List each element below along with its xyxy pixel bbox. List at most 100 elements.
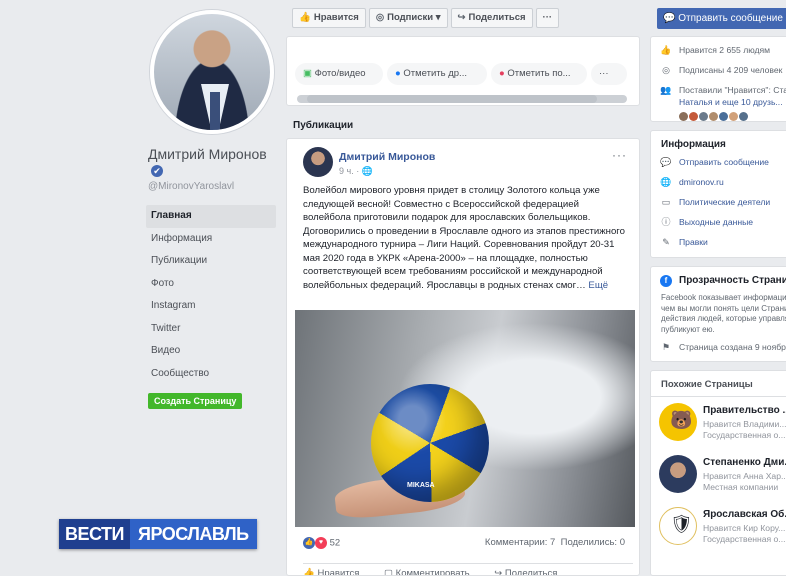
like-page-label: Нравится (313, 12, 359, 23)
globe-icon: 🌐 (660, 177, 672, 187)
similar-page-item[interactable]: 🐻 Правительство ... Нравится Владими... Г… (651, 397, 786, 449)
likes-text: Нравится 2 655 людям (679, 45, 771, 55)
composer-more-button[interactable]: ··· (591, 63, 627, 85)
send-message-button[interactable]: 💬 Отправить сообщение (657, 8, 786, 29)
post-actions: 👍 Нравится ▢ Комментировать ↪ Поделиться (303, 563, 633, 576)
friend-avatars[interactable] (651, 110, 786, 121)
transparency-line-3: действия людей, которые управляют (661, 314, 786, 323)
subscribe-label: Подписки (387, 12, 434, 23)
profile-avatar[interactable] (150, 10, 274, 134)
post-author-avatar[interactable] (303, 147, 333, 177)
profile-name[interactable]: Дмитрий Миронов ✔ (148, 146, 268, 178)
like-page-button[interactable]: 👍 Нравится (292, 8, 366, 28)
post-stats: Комментарии: 7 Поделились: 0 (485, 537, 625, 548)
see-more-link[interactable]: Ещё (588, 280, 608, 291)
info-row-category[interactable]: ▭ Политические деятели (651, 196, 786, 208)
ball-brand-text: MIKASA (407, 482, 435, 489)
similar-page-name: Степаненко Дми... (703, 457, 786, 468)
nav-item-photos[interactable]: Фото (146, 273, 276, 296)
info-row-website[interactable]: 🌐 dmironov.ru (651, 176, 786, 188)
post-body: Волейбол мирового уровня придет в столиц… (303, 185, 625, 291)
nav-item-info[interactable]: Информация (146, 228, 276, 251)
info-row-message[interactable]: 💬 Отправить сообщение (651, 156, 786, 168)
tag-friends-button[interactable]: ● Отметить др... (387, 63, 487, 85)
subscribe-button[interactable]: ◎ Подписки ▾ (368, 8, 448, 28)
left-nav: Главная Информация Публикации Фото Insta… (146, 205, 276, 385)
post-share-button[interactable]: ↪ Поделиться (494, 568, 557, 576)
create-page-button[interactable]: Создать Страницу (148, 393, 243, 409)
nav-item-twitter[interactable]: Twitter (146, 318, 276, 341)
scrollbar-thumb[interactable] (307, 95, 597, 103)
like-reaction-icon: 👍 (303, 537, 315, 549)
transparency-title: Прозрачность Страни... (679, 275, 786, 286)
page-stats-card: 👍 Нравится 2 655 людям ◎ Подписаны 4 209 ч… (650, 36, 786, 122)
profile-handle[interactable]: @MironovYaroslavl (148, 181, 234, 192)
photo-video-button[interactable]: ▣ Фото/видео (295, 63, 383, 85)
tag-friends-label: Отметить др... (403, 68, 467, 79)
share-page-button[interactable]: ↪ Поделиться (450, 8, 533, 28)
composer-card: ▣ Фото/видео ● Отметить др... ● Отметить… (286, 36, 640, 106)
post-timestamp[interactable]: 9 ч. · 🌐 (339, 166, 373, 177)
similar-page-sub: Нравится Владими... Государственная о... (703, 419, 786, 441)
friend-avatar (699, 112, 708, 121)
reaction-count: 52 (329, 537, 341, 549)
verified-icon: ✔ (151, 165, 163, 178)
friends-liked-row-2[interactable]: Наталья и еще 10 друзь... (651, 96, 786, 108)
publications-heading: Публикации (293, 120, 354, 131)
post-photo[interactable]: MIKASA (295, 310, 635, 527)
post-author-name[interactable]: Дмитрий Миронов (339, 151, 435, 163)
check-in-button[interactable]: ● Отметить по... (491, 63, 587, 85)
similar-page-sub-1: Нравится Кир Кору... (703, 523, 786, 533)
friends-liked-text: Поставили "Нравится": Ста... (679, 85, 786, 95)
profile-name-text: Дмитрий Миронов (148, 146, 267, 162)
more-actions-button[interactable]: ··· (535, 8, 560, 28)
share-page-label: Поделиться (468, 12, 526, 23)
similar-page-name: Правительство ... (703, 405, 786, 416)
page-action-bar: 👍 Нравится ◎ Подписки ▾ ↪ Поделиться ··· (292, 8, 562, 28)
rss-icon: ◎ (662, 65, 670, 75)
info-icon: ⓘ (661, 217, 671, 227)
post-time-text: 9 ч. (339, 166, 354, 176)
nav-item-posts[interactable]: Публикации (146, 250, 276, 273)
friends-liked-row[interactable]: 👥 Поставили "Нравится": Ста... (651, 84, 786, 96)
coat-of-arms-icon: 🛡 (670, 514, 693, 534)
tag-icon: ▭ (661, 197, 671, 207)
post-card: Дмитрий Миронов 9 ч. · 🌐 ··· Волейбол ми… (286, 138, 640, 576)
post-comment-label: Комментировать (395, 568, 470, 576)
similar-page-avatar: 🛡 (659, 507, 697, 545)
transparency-title-row[interactable]: f Прозрачность Страни... (651, 275, 786, 287)
nav-item-video[interactable]: Видео (146, 340, 276, 363)
messenger-icon: 💬 (660, 157, 672, 167)
shares-count[interactable]: Поделились: 0 (561, 537, 625, 548)
nav-item-instagram[interactable]: Instagram (146, 295, 276, 318)
share-icon: ↪ (494, 568, 503, 576)
reactions-summary[interactable]: 👍 ♥ 52 (303, 537, 340, 549)
info-title: Информация (661, 139, 726, 150)
friend-avatar (739, 112, 748, 121)
composer-scrollbar[interactable] (297, 95, 627, 103)
post-comment-button[interactable]: ▢ Комментировать (384, 568, 470, 576)
comments-count[interactable]: Комментарии: 7 (485, 537, 555, 548)
info-row-imprint[interactable]: ⓘ Выходные данные (651, 216, 786, 228)
info-edits-text: Правки (679, 237, 708, 247)
share-icon: ↪ (457, 12, 466, 23)
comment-icon: ▢ (384, 568, 394, 576)
page-created-text: Страница создана 9 ноября... (679, 342, 786, 352)
transparency-line-1: Facebook показывает информацию, (661, 293, 786, 302)
nav-item-home[interactable]: Главная (146, 205, 276, 228)
thumbs-up-icon: 👍 (299, 12, 311, 23)
similar-page-item[interactable]: Степаненко Дми... Нравится Анна Хар... Ме… (651, 449, 786, 501)
transparency-card: f Прозрачность Страни... Facebook показыв… (650, 266, 786, 362)
similar-page-item[interactable]: 🛡 Ярославская Об... Нравится Кир Кору...… (651, 501, 786, 553)
transparency-line-2: чем вы могли понять цели Страницы. (661, 303, 786, 313)
page-created-row: ⚑ Страница создана 9 ноября... (651, 341, 786, 353)
globe-icon: 🌐 (361, 166, 373, 176)
post-options-button[interactable]: ··· (612, 148, 627, 162)
post-like-button[interactable]: 👍 Нравится (303, 568, 359, 575)
avatar-tie (210, 92, 220, 130)
check-in-label: Отметить по... (507, 68, 571, 79)
info-row-edits[interactable]: ✎ Правки (651, 236, 786, 248)
follows-text: Подписаны 4 209 человек (679, 65, 783, 75)
nav-item-community[interactable]: Сообщество (146, 363, 276, 386)
facebook-icon: f (660, 275, 672, 287)
